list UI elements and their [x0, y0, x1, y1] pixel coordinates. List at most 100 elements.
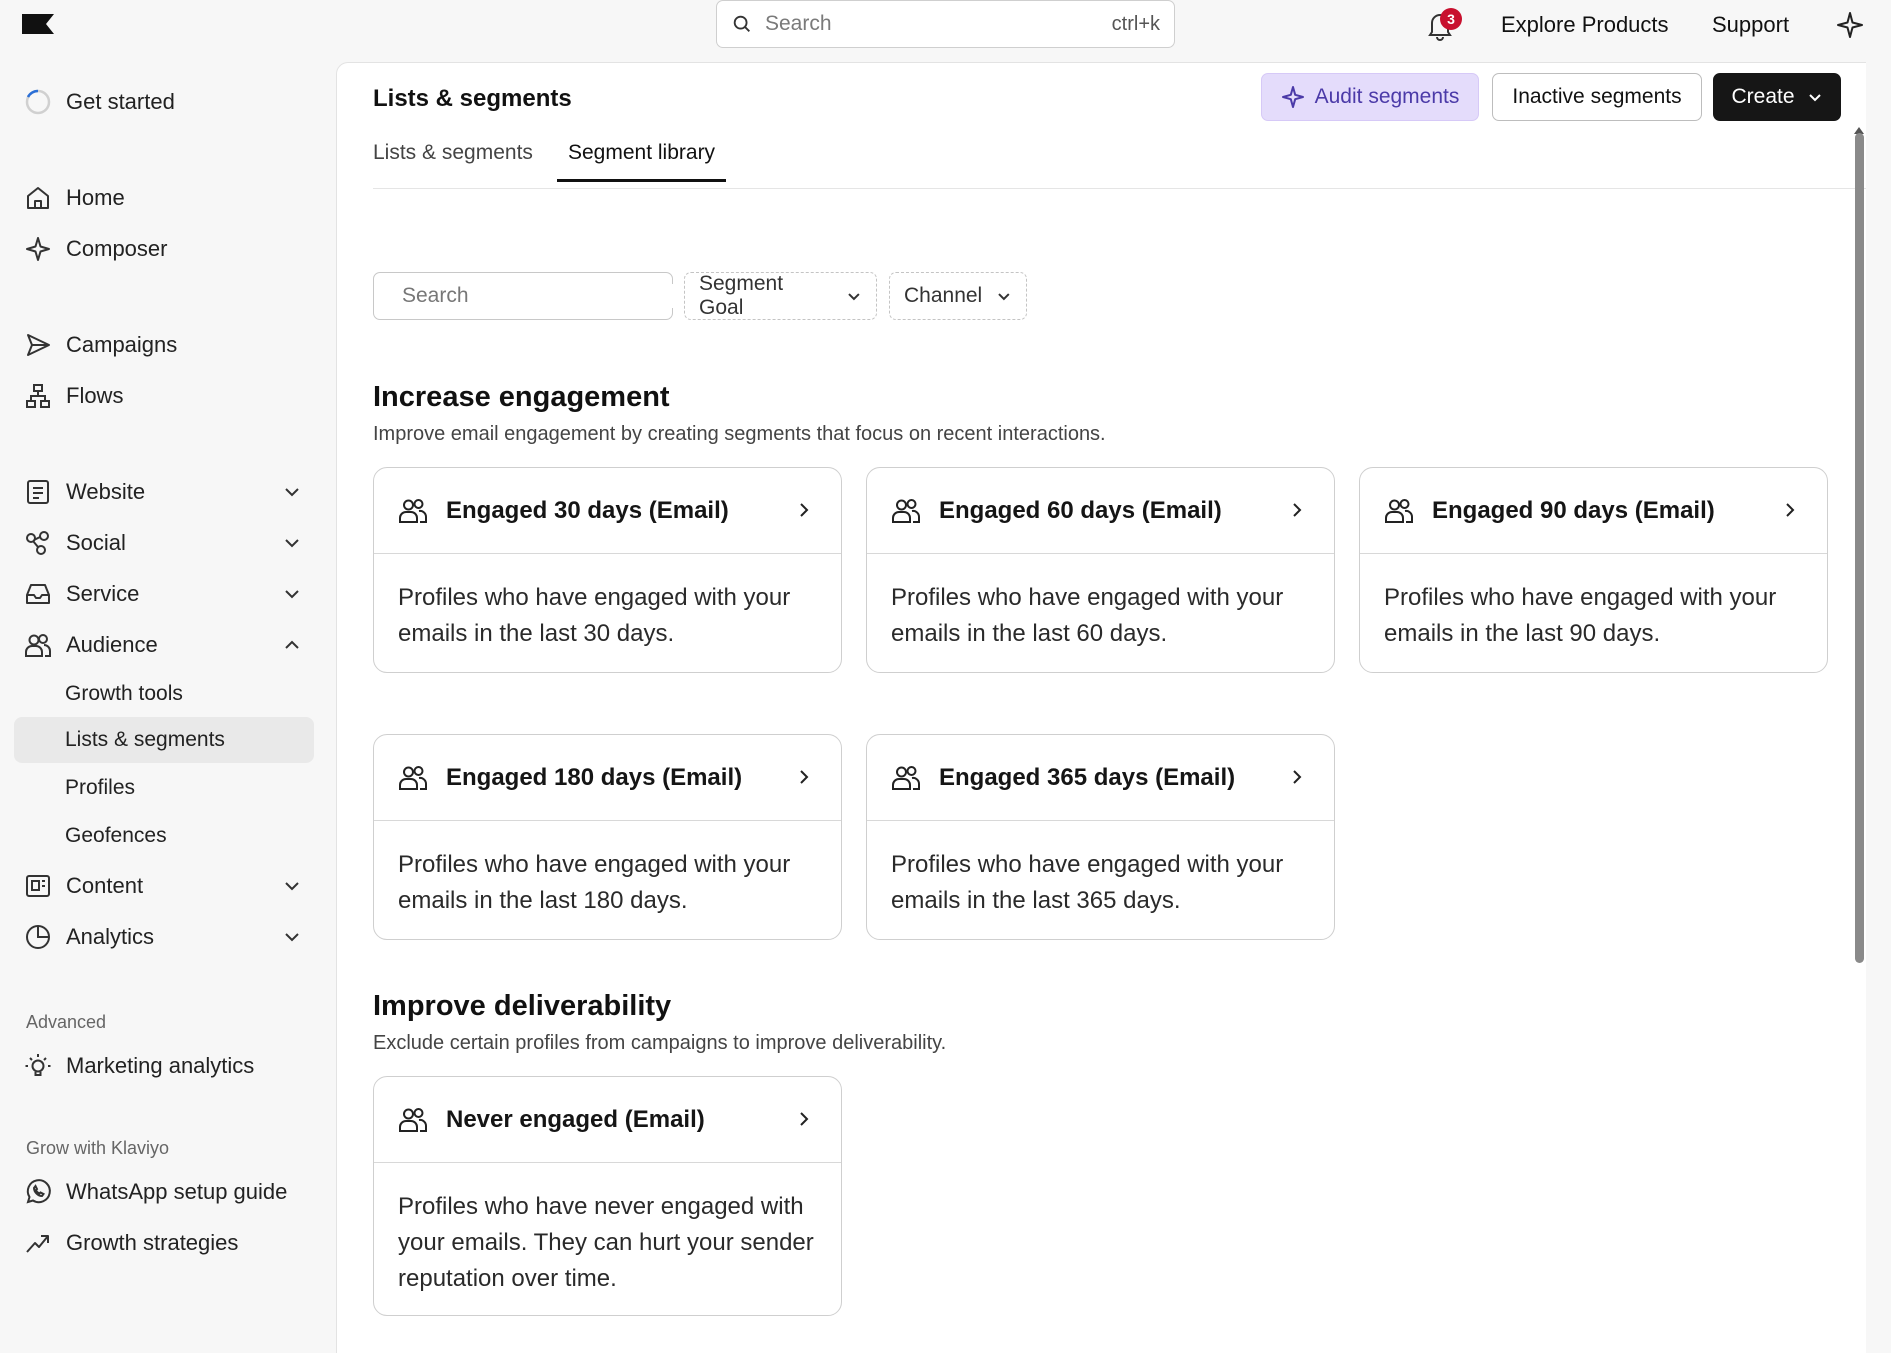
- chevron-down-icon: [285, 882, 299, 891]
- sidebar-item-label: Service: [66, 581, 140, 606]
- sidebar-item-label: Composer: [66, 236, 168, 261]
- card-header: Engaged 180 days (Email): [374, 735, 841, 821]
- section-description: Improve email engagement by creating seg…: [373, 423, 1106, 445]
- sidebar-item-home[interactable]: Home: [14, 174, 314, 222]
- support-link[interactable]: Support: [1712, 12, 1789, 38]
- segment-card-engaged-90[interactable]: Engaged 90 days (Email) Profiles who hav…: [1359, 467, 1828, 673]
- sidebar-item-lists-segments[interactable]: Lists & segments: [14, 717, 314, 763]
- sidebar-item-whatsapp-guide[interactable]: WhatsApp setup guide: [14, 1168, 314, 1216]
- sidebar-item-social[interactable]: Social: [14, 519, 314, 567]
- segment-goal-dropdown[interactable]: Segment Goal: [684, 272, 877, 320]
- channel-label: Channel: [904, 284, 983, 307]
- chevron-down-icon: [998, 293, 1010, 301]
- klaviyo-logo[interactable]: [22, 14, 54, 34]
- sidebar-item-label: Campaigns: [66, 332, 178, 357]
- scrollbar-thumb[interactable]: [1855, 133, 1864, 963]
- card-description: Profiles who have engaged with your emai…: [1384, 584, 1777, 647]
- sidebar-item-get-started[interactable]: Get started: [14, 78, 314, 126]
- segment-card-engaged-60[interactable]: Engaged 60 days (Email) Profiles who hav…: [866, 467, 1335, 673]
- sidebar-item-flows[interactable]: Flows: [14, 372, 314, 420]
- website-icon: [27, 480, 49, 504]
- users-icon: [25, 634, 51, 657]
- chevron-right-icon: [1293, 770, 1302, 784]
- card-description: Profiles who have engaged with your emai…: [398, 584, 791, 647]
- inactive-segments-button[interactable]: Inactive segments: [1492, 73, 1702, 121]
- users-icon: [1385, 498, 1414, 523]
- sidebar-item-label: Growth strategies: [66, 1230, 239, 1255]
- notification-badge: 3: [1440, 8, 1462, 30]
- segment-card-never-engaged[interactable]: Never engaged (Email) Profiles who have …: [373, 1076, 842, 1316]
- content-icon: [26, 875, 50, 897]
- segment-search-input[interactable]: [402, 284, 673, 308]
- lightbulb-icon: [25, 1054, 51, 1076]
- sidebar: Get started Home Composer Campaigns Flow…: [0, 52, 335, 1353]
- chevron-down-icon: [848, 293, 860, 301]
- section-title-improve-deliverability: Improve deliverability: [373, 990, 672, 1022]
- segment-card-engaged-30[interactable]: Engaged 30 days (Email) Profiles who hav…: [373, 467, 842, 673]
- users-icon: [892, 498, 921, 523]
- users-icon: [399, 1107, 428, 1132]
- sidebar-section-grow: Grow with Klaviyo: [26, 1138, 170, 1158]
- sidebar-item-composer[interactable]: Composer: [14, 225, 314, 273]
- chevron-down-icon: [285, 488, 299, 497]
- sidebar-section-advanced: Advanced: [26, 1012, 107, 1032]
- segment-card-engaged-365[interactable]: Engaged 365 days (Email) Profiles who ha…: [866, 734, 1335, 940]
- card-header: Engaged 30 days (Email): [374, 468, 841, 554]
- notifications-button[interactable]: 3: [1424, 8, 1462, 42]
- segment-goal-label: Segment Goal: [699, 272, 784, 319]
- channel-dropdown[interactable]: Channel: [889, 272, 1027, 320]
- top-bar: ctrl+k 3 Explore Products Support: [0, 0, 1891, 52]
- card-title: Engaged 365 days (Email): [939, 763, 1236, 791]
- chevron-up-icon: [285, 640, 299, 649]
- sidebar-item-analytics[interactable]: Analytics: [14, 913, 314, 961]
- chevron-down-icon: [1808, 94, 1821, 102]
- card-header: Never engaged (Email): [374, 1077, 841, 1163]
- search-shortcut: ctrl+k: [1111, 12, 1160, 35]
- sidebar-item-growth-strategies[interactable]: Growth strategies: [14, 1219, 314, 1267]
- sparkle-icon: [26, 237, 50, 261]
- sidebar-item-label: Get started: [66, 89, 175, 114]
- chevron-down-icon: [285, 590, 299, 599]
- users-icon: [892, 765, 921, 790]
- ai-sparkle-icon[interactable]: [1836, 11, 1864, 39]
- main-panel: Lists & segments Audit segments Inactive…: [336, 62, 1866, 1353]
- tab-lists-segments[interactable]: Lists & segments: [373, 141, 544, 179]
- pie-chart-icon: [26, 925, 50, 949]
- chevron-down-icon: [285, 539, 299, 548]
- tab-bar: Lists & segments Segment library: [373, 129, 1866, 189]
- sidebar-item-growth-tools[interactable]: Growth tools: [14, 671, 314, 717]
- card-header: Engaged 60 days (Email): [867, 468, 1334, 554]
- trending-up-icon: [26, 1235, 49, 1253]
- sidebar-item-content[interactable]: Content: [14, 862, 314, 910]
- sidebar-item-label: Website: [66, 479, 146, 504]
- segment-search[interactable]: [373, 272, 673, 320]
- sidebar-item-audience[interactable]: Audience: [14, 621, 314, 669]
- sidebar-item-label: Social: [66, 530, 126, 555]
- sidebar-item-website[interactable]: Website: [14, 468, 314, 516]
- chevron-right-icon: [1786, 503, 1795, 517]
- global-search[interactable]: ctrl+k: [716, 0, 1175, 48]
- create-label: Create: [1731, 85, 1795, 108]
- card-description: Profiles who have engaged with your emai…: [398, 851, 791, 914]
- sidebar-item-label: WhatsApp setup guide: [66, 1179, 288, 1204]
- vertical-scrollbar[interactable]: [1852, 133, 1866, 963]
- explore-products-link[interactable]: Explore Products: [1501, 12, 1669, 38]
- segment-card-engaged-180[interactable]: Engaged 180 days (Email) Profiles who ha…: [373, 734, 842, 940]
- sidebar-item-geofences[interactable]: Geofences: [14, 813, 314, 859]
- sidebar-item-label: Content: [66, 873, 144, 898]
- card-description: Profiles who have engaged with your emai…: [891, 851, 1284, 914]
- global-search-input[interactable]: [765, 12, 1112, 36]
- sidebar-item-service[interactable]: Service: [14, 570, 314, 618]
- whatsapp-icon: [26, 1179, 51, 1204]
- users-icon: [399, 498, 428, 523]
- sidebar-item-profiles[interactable]: Profiles: [14, 765, 314, 811]
- home-icon: [27, 187, 49, 209]
- sidebar-item-marketing-analytics[interactable]: Marketing analytics: [14, 1042, 314, 1090]
- page-title: Lists & segments: [373, 85, 572, 112]
- create-button[interactable]: Create: [1713, 73, 1841, 121]
- tab-segment-library[interactable]: Segment library: [557, 141, 727, 182]
- audit-segments-button[interactable]: Audit segments: [1261, 73, 1479, 121]
- inbox-icon: [26, 584, 50, 604]
- sidebar-item-campaigns[interactable]: Campaigns: [14, 321, 314, 369]
- flow-icon: [26, 384, 50, 408]
